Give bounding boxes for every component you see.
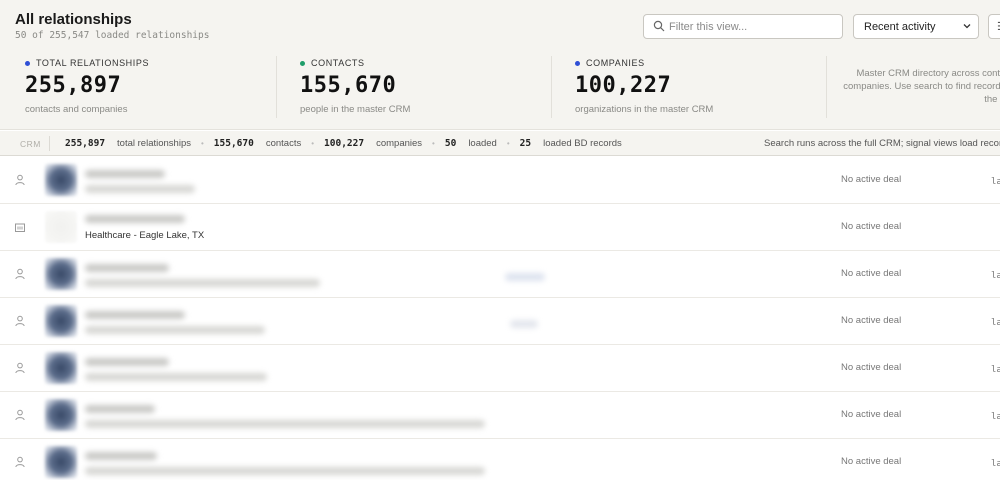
- divider: [276, 56, 277, 118]
- summary-value: 50: [444, 138, 457, 149]
- redacted-name: [85, 311, 185, 319]
- bullet-separator: •: [506, 139, 510, 148]
- summary-label: companies: [376, 138, 423, 149]
- deal-status: No active deal: [841, 221, 902, 232]
- stat-dot: [25, 60, 30, 66]
- crm-tag: CRM: [20, 139, 41, 149]
- company-logo: [45, 211, 77, 243]
- row-trailing-text: la: [991, 412, 1000, 422]
- deal-status: No active deal: [841, 315, 902, 326]
- relationship-row[interactable]: No active deal la: [0, 157, 1000, 204]
- row-trailing-text: la: [991, 177, 1000, 187]
- relationship-row[interactable]: No active deal la: [0, 298, 1000, 345]
- search-scope-note: Search runs across the full CRM; signal …: [764, 138, 1000, 149]
- redacted-detail: [85, 467, 485, 475]
- avatar: [45, 258, 77, 290]
- redacted-name: [85, 170, 165, 178]
- stat-caption: organizations in the master CRM: [575, 104, 714, 115]
- stat-companies: COMPANIES 100,227 organizations in the m…: [575, 58, 713, 115]
- avatar: [45, 399, 77, 431]
- person-icon: [15, 362, 25, 374]
- relationship-row[interactable]: Healthcare - Eagle Lake, TX No active de…: [0, 204, 1000, 251]
- divider: [826, 56, 827, 118]
- deal-status: No active deal: [841, 268, 902, 279]
- row-trailing-text: la: [991, 459, 1000, 469]
- summary-value: 155,670: [213, 138, 254, 149]
- avatar: [45, 164, 77, 196]
- chevron-down-icon: [963, 24, 971, 29]
- person-icon: [15, 174, 25, 186]
- person-icon: [15, 315, 25, 327]
- person-icon: [15, 409, 25, 421]
- bullet-separator: •: [432, 139, 435, 148]
- deal-status: No active deal: [841, 456, 902, 467]
- stat-value: 255,897: [25, 73, 122, 98]
- stat-caption: contacts and companies: [25, 104, 128, 115]
- relationship-row[interactable]: No active deal la: [0, 345, 1000, 392]
- summary-label: contacts: [265, 138, 302, 149]
- deal-status: No active deal: [841, 362, 902, 373]
- deal-status: No active deal: [841, 174, 902, 185]
- view-options-button[interactable]: ☰: [988, 14, 1000, 39]
- relationship-row[interactable]: No active deal la: [0, 251, 1000, 298]
- summary-value: 100,227: [324, 138, 365, 149]
- stat-total-relationships: TOTAL RELATIONSHIPS 255,897 contacts and…: [25, 58, 149, 115]
- stat-value: 155,670: [300, 73, 397, 98]
- filter-input[interactable]: [669, 17, 839, 36]
- row-trailing-text: la: [991, 318, 1000, 328]
- summary-label: loaded: [468, 138, 497, 149]
- redacted-name: [85, 452, 157, 460]
- divider: [49, 136, 50, 151]
- stat-value: 100,227: [575, 73, 672, 98]
- deal-status: No active deal: [841, 409, 902, 420]
- building-icon: [15, 223, 25, 232]
- directory-note: Master CRM directory across contacts and…: [843, 68, 1000, 105]
- filter-field[interactable]: [643, 14, 843, 39]
- redacted-name: [85, 264, 169, 272]
- person-icon: [15, 268, 25, 280]
- stat-label: COMPANIES: [586, 58, 645, 68]
- page-title: All relationships: [15, 11, 132, 28]
- page-header: All relationships 50 of 255,547 loaded r…: [0, 0, 1000, 130]
- divider: [551, 56, 552, 118]
- summary-items: 255,897 total relationships • 155,670 cont…: [65, 138, 622, 149]
- stat-label: CONTACTS: [311, 58, 365, 68]
- summary-label: loaded BD records: [543, 138, 622, 149]
- redacted-name: [85, 405, 155, 413]
- row-trailing-text: la: [991, 271, 1000, 281]
- row-trailing-text: la: [991, 365, 1000, 375]
- redacted-detail: [85, 373, 267, 381]
- summary-strip: CRM 255,897 total relationships • 155,670…: [0, 131, 1000, 156]
- bullet-separator: •: [311, 139, 315, 148]
- redacted-tag: [505, 273, 545, 281]
- stat-caption: people in the master CRM: [300, 104, 411, 115]
- stat-contacts: CONTACTS 155,670 people in the master CR…: [300, 58, 410, 115]
- sort-value: Recent activity: [864, 21, 936, 33]
- summary-value: 25: [519, 138, 532, 149]
- loaded-count: 50 of 255,547 loaded relationships: [15, 30, 210, 41]
- search-icon: [653, 20, 665, 32]
- summary-label: total relationships: [117, 138, 191, 149]
- person-icon: [15, 456, 25, 468]
- avatar: [45, 352, 77, 384]
- redacted-detail: [85, 326, 265, 334]
- relationship-row[interactable]: No active deal la: [0, 439, 1000, 480]
- avatar: [45, 305, 77, 337]
- redacted-detail: [85, 185, 195, 193]
- redacted-name: [85, 358, 169, 366]
- redacted-detail: [85, 279, 320, 287]
- relationship-row[interactable]: No active deal la: [0, 392, 1000, 439]
- sort-select[interactable]: Recent activity: [853, 14, 979, 39]
- bullet-separator: •: [200, 139, 204, 148]
- company-location: Healthcare - Eagle Lake, TX: [85, 230, 205, 241]
- avatar: [45, 446, 77, 478]
- summary-value: 255,897: [65, 138, 106, 149]
- stat-dot: [300, 60, 305, 66]
- stat-dot: [575, 60, 580, 66]
- redacted-detail: [85, 420, 485, 428]
- redacted-tag: [510, 320, 538, 328]
- stat-label: TOTAL RELATIONSHIPS: [36, 58, 150, 68]
- redacted-name: [85, 215, 185, 223]
